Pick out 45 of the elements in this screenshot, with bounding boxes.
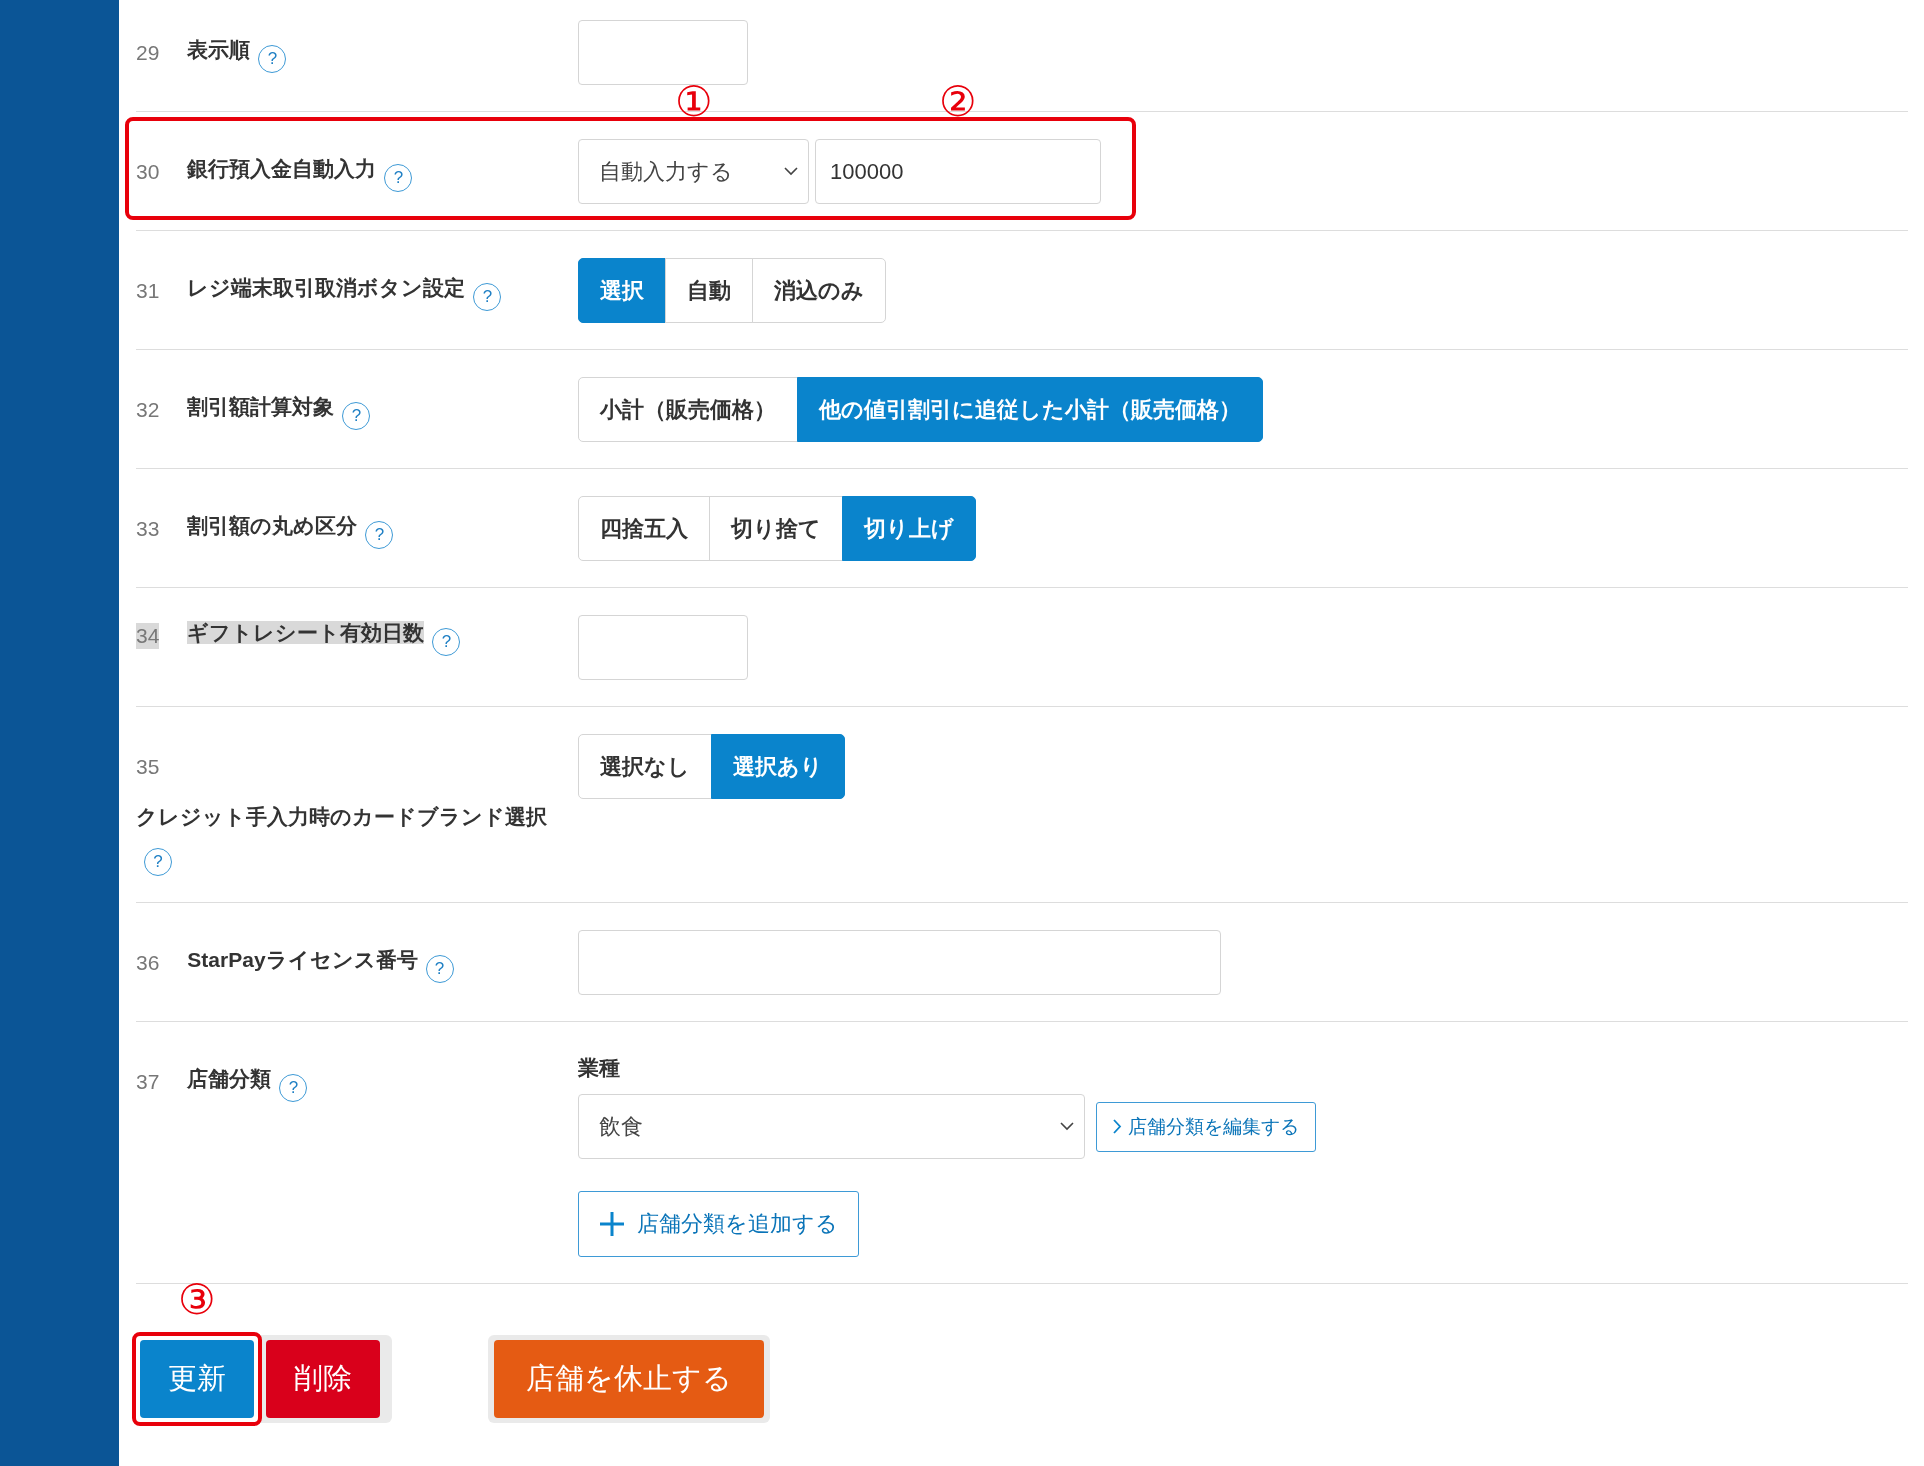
dropdown[interactable]: 飲食 <box>578 1094 1085 1159</box>
row-number: 32 <box>136 397 160 423</box>
add-category-button[interactable]: 店舗分類を追加する <box>578 1191 859 1257</box>
setting-label: StarPayライセンス番号 <box>187 948 418 971</box>
setting-label: レジ端末取引取消ボタン設定 <box>187 276 466 299</box>
segment-option[interactable]: 四捨五入 <box>578 496 710 561</box>
row-number: 36 <box>136 950 160 976</box>
setting-label: 表示順 <box>187 38 251 61</box>
update-button[interactable]: 更新 <box>140 1340 254 1418</box>
delete-button[interactable]: 削除 <box>266 1340 380 1418</box>
chevron-right-icon <box>1113 1119 1122 1134</box>
input-field[interactable] <box>578 615 748 680</box>
setting-label: ギフトレシート有効日数 <box>187 621 425 644</box>
segment-option[interactable]: 消込のみ <box>752 258 886 323</box>
input-field[interactable] <box>578 930 1221 995</box>
field-heading: 業種 <box>578 1055 620 1081</box>
segment-option[interactable]: 自動 <box>665 258 753 323</box>
row-number: 29 <box>136 40 160 66</box>
annotation-number: ② <box>939 78 977 126</box>
chevron-down-icon <box>784 167 798 176</box>
row-number: 35 <box>136 754 160 780</box>
chevron-down-icon <box>1060 1122 1074 1131</box>
setting-label: クレジット手入力時のカードブランド選択 <box>136 805 547 828</box>
segment-option[interactable]: 切り上げ <box>842 496 976 561</box>
plus-icon <box>599 1211 625 1237</box>
row-number: 31 <box>136 278 160 304</box>
segment-option[interactable]: 切り捨て <box>709 496 843 561</box>
segment-option[interactable]: 選択なし <box>578 734 712 799</box>
row-number: 33 <box>136 516 160 542</box>
setting-label: 店舗分類 <box>187 1067 272 1090</box>
input-field[interactable] <box>578 20 748 85</box>
segment-option[interactable]: 選択あり <box>711 734 845 799</box>
segment-option[interactable]: 小計（販売価格） <box>578 377 798 442</box>
row-number: 34 <box>136 622 160 649</box>
setting-label: 割引額の丸め区分 <box>187 514 358 537</box>
suspend-store-button[interactable]: 店舗を休止する <box>494 1340 764 1418</box>
segment-option[interactable]: 他の値引割引に追従した小計（販売価格） <box>797 377 1263 442</box>
annotation-number: ① <box>674 78 713 126</box>
row-number: 37 <box>136 1069 160 1095</box>
annotation-number: ③ <box>178 1276 216 1324</box>
setting-label: 割引額計算対象 <box>187 395 335 418</box>
segment-option[interactable]: 選択 <box>578 258 666 323</box>
edit-category-button[interactable]: 店舗分類を編集する <box>1096 1101 1316 1152</box>
setting-label: 銀行預入金自動入力 <box>187 157 377 180</box>
row-number: 30 <box>136 159 160 185</box>
